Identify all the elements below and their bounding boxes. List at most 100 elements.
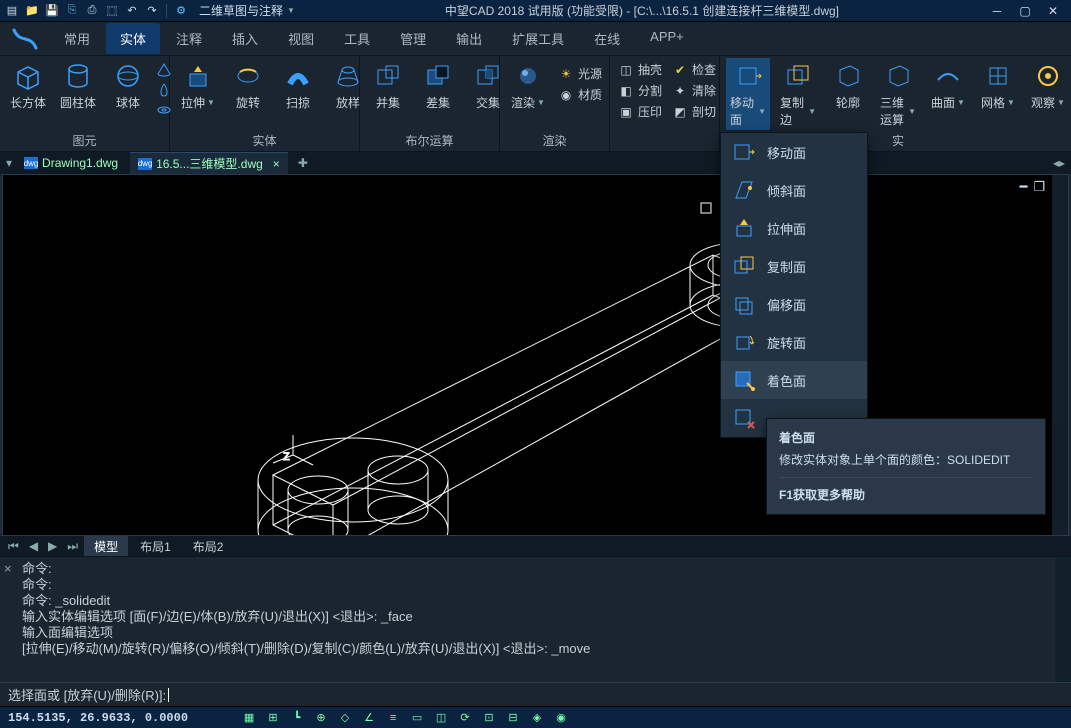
window-controls: ─ ▢ ✕ <box>983 1 1067 21</box>
qat-undo-icon[interactable]: ↶ <box>124 3 140 19</box>
qat-redo-icon[interactable]: ↷ <box>144 3 160 19</box>
extrude-button[interactable]: 拉伸▼ <box>176 58 220 113</box>
mesh-button[interactable]: 网格▼ <box>976 58 1020 113</box>
tab-output[interactable]: 输出 <box>442 23 496 54</box>
dm-offsetface[interactable]: 偏移面 <box>721 285 867 323</box>
grid-icon[interactable]: ⊞ <box>264 709 282 727</box>
model-tab[interactable]: 模型 <box>84 536 128 557</box>
doc-tabs-overflow-icon[interactable]: ◂▸ <box>1053 156 1065 170</box>
dm-extrudeface[interactable]: 拉伸面 <box>721 209 867 247</box>
section-button[interactable]: ◩剖切 <box>670 102 718 121</box>
imprint-button[interactable]: ▣压印 <box>616 102 664 121</box>
check-button[interactable]: ✔检查 <box>670 60 718 79</box>
app-logo-icon[interactable] <box>0 26 50 52</box>
qat-preview-icon[interactable]: ⿴ <box>104 3 120 19</box>
dm-colorface[interactable]: 着色面 <box>721 361 867 399</box>
workspace-dropdown[interactable]: 二维草图与注释 ▼ <box>193 2 301 19</box>
new-tab-icon[interactable]: ✚ <box>298 156 308 170</box>
lwt-icon[interactable]: ≡ <box>384 709 402 727</box>
close-tab-icon[interactable]: × <box>273 157 280 171</box>
cmd-close-icon[interactable]: × <box>4 561 12 577</box>
ribbon-tabs: 常用 实体 注释 插入 视图 工具 管理 输出 扩展工具 在线 APP+ <box>50 23 698 54</box>
tab-view[interactable]: 视图 <box>274 23 328 54</box>
vp-restore-icon[interactable]: ❐ <box>1033 179 1045 195</box>
shell-button[interactable]: ◫抽壳 <box>616 60 664 79</box>
tab-ext[interactable]: 扩展工具 <box>498 23 578 54</box>
union-button[interactable]: 并集 <box>366 58 410 113</box>
more3-icon[interactable]: ◈ <box>528 709 546 727</box>
snap-icon[interactable]: ▦ <box>240 709 258 727</box>
dyn-icon[interactable]: ▭ <box>408 709 426 727</box>
observe-button[interactable]: 观察▼ <box>1026 58 1070 113</box>
slice-button[interactable]: ◧分割 <box>616 81 664 100</box>
tab-solid[interactable]: 实体 <box>106 23 160 54</box>
copyedge-button[interactable]: 复制边▼ <box>776 58 820 130</box>
cmd-line: 输入面编辑选项 <box>22 625 1063 641</box>
tab-home[interactable]: 常用 <box>50 23 104 54</box>
cmd-vscroll[interactable] <box>1055 557 1071 682</box>
tab-app[interactable]: APP+ <box>636 23 698 54</box>
clean-button[interactable]: ✦清除 <box>670 81 718 100</box>
material-button[interactable]: ◉材质 <box>556 85 604 104</box>
qat-plot-icon[interactable]: ⎙ <box>84 3 100 19</box>
dm-rotateface[interactable]: 旋转面 <box>721 323 867 361</box>
doc-tab-2[interactable]: dwg16.5...三维模型.dwg× <box>130 152 288 174</box>
minimize-button[interactable]: ─ <box>983 1 1011 21</box>
model-layout-tabs: ⏮ ◀ ▶ ⏭ 模型 布局1 布局2 <box>0 536 1071 556</box>
silhouette-button[interactable]: 轮廓 <box>826 58 870 113</box>
qat-saveall-icon[interactable]: ⎘ <box>64 3 80 19</box>
layout1-tab[interactable]: 布局1 <box>130 536 181 557</box>
tooltip-title: 着色面 <box>779 429 1033 447</box>
mt-last-icon[interactable]: ⏭ <box>63 539 82 554</box>
more4-icon[interactable]: ◉ <box>552 709 570 727</box>
mt-next-icon[interactable]: ▶ <box>44 539 61 553</box>
mt-prev-icon[interactable]: ◀ <box>25 539 42 553</box>
moveface-button[interactable]: 移动面▼ <box>726 58 770 130</box>
model-icon[interactable]: ◫ <box>432 709 450 727</box>
maximize-button[interactable]: ▢ <box>1011 1 1039 21</box>
subtract-button[interactable]: 差集 <box>416 58 460 113</box>
cylinder-button[interactable]: 圆柱体 <box>56 58 100 113</box>
revolve-button[interactable]: 旋转 <box>226 58 270 113</box>
osnap-icon[interactable]: ◇ <box>336 709 354 727</box>
tab-annotate[interactable]: 注释 <box>162 23 216 54</box>
more2-icon[interactable]: ⊟ <box>504 709 522 727</box>
more1-icon[interactable]: ⊡ <box>480 709 498 727</box>
surface-button[interactable]: 曲面▼ <box>926 58 970 113</box>
box-button[interactable]: 长方体 <box>6 58 50 113</box>
cmd-line: 输入实体编辑选项 [面(F)/边(E)/体(B)/放弃(U)/退出(X)] <退… <box>22 609 1063 625</box>
qat-save-icon[interactable]: 💾 <box>44 3 60 19</box>
light-button[interactable]: ☀光源 <box>556 64 604 83</box>
face-dropdown-menu: 移动面 倾斜面 拉伸面 复制面 偏移面 旋转面 着色面 <box>720 132 868 438</box>
workspace-icon[interactable]: ⚙ <box>173 3 189 19</box>
doc-tab-chevron-icon[interactable]: ▾ <box>6 156 12 170</box>
offsetface-icon <box>731 291 757 317</box>
mt-first-icon[interactable]: ⏮ <box>4 539 23 554</box>
cmd-line: 命令: _solidedit <box>22 593 1063 609</box>
cycle-icon[interactable]: ⟳ <box>456 709 474 727</box>
ortho-icon[interactable]: ┗ <box>288 709 306 727</box>
close-button[interactable]: ✕ <box>1039 1 1067 21</box>
tab-tools[interactable]: 工具 <box>330 23 384 54</box>
sphere-button[interactable]: 球体 <box>106 58 150 113</box>
3dop-button[interactable]: 三维运算▼ <box>876 58 920 130</box>
chevron-down-icon: ▼ <box>207 98 215 107</box>
polar-icon[interactable]: ⊕ <box>312 709 330 727</box>
dm-taperface[interactable]: 倾斜面 <box>721 171 867 209</box>
layout2-tab[interactable]: 布局2 <box>183 536 234 557</box>
tab-insert[interactable]: 插入 <box>218 23 272 54</box>
dm-copyface[interactable]: 复制面 <box>721 247 867 285</box>
panel-label <box>616 133 713 151</box>
tab-manage[interactable]: 管理 <box>386 23 440 54</box>
canvas-vscroll[interactable] <box>1052 175 1068 535</box>
command-input[interactable]: 选择面或 [放弃(U)/删除(R)]: <box>0 682 1071 706</box>
qat-open-icon[interactable]: 📁 <box>24 3 40 19</box>
qat-new-icon[interactable]: ▤ <box>4 3 20 19</box>
render-button[interactable]: 渲染▼ <box>506 58 550 113</box>
dm-moveface[interactable]: 移动面 <box>721 133 867 171</box>
tab-online[interactable]: 在线 <box>580 23 634 54</box>
otrack-icon[interactable]: ∠ <box>360 709 378 727</box>
sweep-button[interactable]: 扫掠 <box>276 58 320 113</box>
doc-tab-1[interactable]: dwgDrawing1.dwg <box>16 154 126 172</box>
vp-minimize-icon[interactable]: ━ <box>1020 179 1028 195</box>
